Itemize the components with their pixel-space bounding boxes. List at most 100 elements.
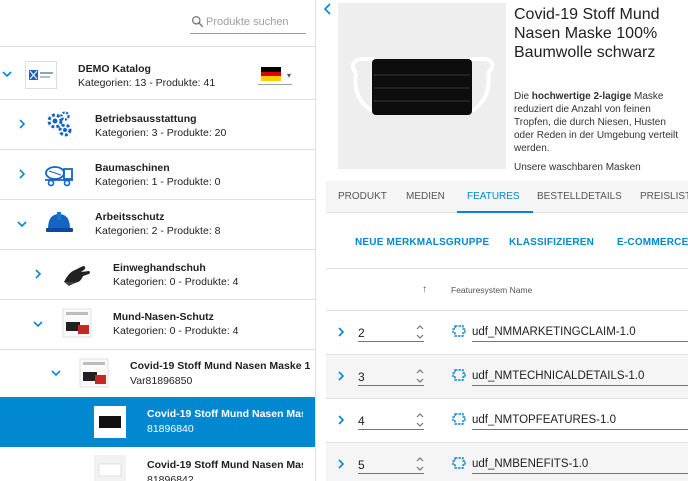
table-row[interactable]: 2 udf_NMMARKETINGCLAIM-1.0 <box>326 311 688 355</box>
table-row[interactable]: 5 udf_NMBENEFITS-1.0 <box>326 443 688 481</box>
chevron-right-icon[interactable] <box>16 118 28 130</box>
e-commerce-button[interactable]: E-COMMERCE <box>617 237 688 248</box>
chevron-left-icon[interactable] <box>321 2 335 16</box>
classify-button[interactable]: KLASSIFIZIEREN <box>509 237 594 248</box>
tree-item-einweghandschuh[interactable]: Einweghandschuh Kategorien: 0 - Produkte… <box>0 249 315 299</box>
table-row[interactable]: 3 udf_NMTECHNICALDETAILS-1.0 <box>326 355 688 399</box>
catalog-root-row[interactable]: DEMO Katalog Kategorien: 13 - Produkte: … <box>0 46 315 99</box>
feature-system-name-field[interactable]: udf_NMMARKETINGCLAIM-1.0 <box>472 322 688 342</box>
feature-system-name-field[interactable]: udf_NMTOPFEATURES-1.0 <box>472 410 688 430</box>
tab-preisliste[interactable]: PREISLISTE <box>640 191 688 202</box>
tree-item-betriebsausstattung[interactable]: Betriebsausstattung Kategorien: 3 - Prod… <box>0 99 315 149</box>
sort-ascending-icon[interactable]: ↑ <box>422 284 427 295</box>
chevron-down-icon[interactable] <box>32 318 44 330</box>
features-actions: NEUE MERKMALSGRUPPE KLASSIFIZIEREN E-COM… <box>326 213 688 269</box>
tab-features[interactable]: FEATURES <box>467 191 520 202</box>
feature-system-name: udf_NMBENEFITS-1.0 <box>472 458 589 470</box>
stepper-arrows-icon[interactable] <box>416 410 424 430</box>
search-input[interactable]: Produkte suchen <box>206 16 289 28</box>
chevron-right-icon[interactable] <box>336 414 346 426</box>
chevron-right-icon[interactable] <box>32 268 44 280</box>
catalog-logo-icon <box>29 70 53 80</box>
stepper-arrows-icon[interactable] <box>416 322 424 342</box>
product-description-more: Unsere waschbaren Masken <box>514 162 641 173</box>
cement-truck-icon <box>42 160 76 190</box>
tab-bestelldetails[interactable]: BESTELLDETAILS <box>537 191 622 202</box>
order-value: 3 <box>358 370 365 384</box>
tree-item-sku: 81896842 <box>147 474 194 481</box>
hard-hat-icon <box>42 208 76 238</box>
tab-produkt[interactable]: PRODUKT <box>338 191 387 202</box>
glove-image <box>60 260 94 290</box>
tree-item-title: Covid-19 Stoff Mund Nasen Maske 10 <box>130 360 310 372</box>
feature-system-name: udf_NMTOPFEATURES-1.0 <box>472 414 617 426</box>
gears-icon <box>42 109 76 139</box>
product-image <box>338 3 506 169</box>
tree-item-title: Covid-19 Stoff Mund Nasen Maske <box>147 408 303 420</box>
stepper-arrows-icon[interactable] <box>416 454 424 474</box>
product-description-bold: hochwertige 2-lagige <box>531 91 632 102</box>
order-value: 4 <box>358 414 365 428</box>
mask-box-image <box>60 308 94 338</box>
feature-system-name: udf_NMTECHNICALDETAILS-1.0 <box>472 370 645 382</box>
tree-item-product[interactable]: Covid-19 Stoff Mund Nasen Maske 81896842 <box>0 447 315 481</box>
language-select-underline <box>258 84 292 85</box>
tree-item-counts: Kategorien: 0 - Produkte: 4 <box>113 276 239 288</box>
tree-item-mund-nasen-schutz[interactable]: Mund-Nasen-Schutz Kategorien: 0 - Produk… <box>0 299 315 349</box>
tab-medien[interactable]: MEDIEN <box>406 191 445 202</box>
black-mask-image <box>350 57 495 115</box>
features-table-header: ↑ Featuresystem Name <box>326 269 688 311</box>
product-detail-panel: Covid-19 Stoff Mund Nasen Maske 100% Bau… <box>316 0 688 481</box>
tree-item-arbeitsschutz[interactable]: Arbeitsschutz Kategorien: 2 - Produkte: … <box>0 199 315 249</box>
new-feature-group-button[interactable]: NEUE MERKMALSGRUPPE <box>355 237 489 248</box>
chevron-down-icon[interactable] <box>1 68 13 80</box>
chevron-down-icon[interactable] <box>16 218 28 230</box>
tree-item-product-variant[interactable]: Covid-19 Stoff Mund Nasen Maske 10 Var81… <box>0 349 315 397</box>
product-search-field[interactable]: Produkte suchen <box>190 12 306 34</box>
tree-item-title: Betriebsausstattung <box>95 113 197 125</box>
language-dropdown-icon[interactable]: ▾ <box>287 71 291 80</box>
stepper-arrows-icon[interactable] <box>416 366 424 386</box>
order-stepper[interactable]: 3 <box>358 366 424 386</box>
tree-item-product-selected[interactable]: Covid-19 Stoff Mund Nasen Maske 81896840 <box>0 397 315 447</box>
feature-system-icon <box>452 457 466 469</box>
table-row[interactable]: 4 udf_NMTOPFEATURES-1.0 <box>326 399 688 443</box>
black-mask-image <box>94 406 126 438</box>
order-value: 2 <box>358 326 365 340</box>
tree-item-counts: Kategorien: 0 - Produkte: 4 <box>113 325 239 337</box>
order-stepper[interactable]: 5 <box>358 454 424 474</box>
feature-system-name-field[interactable]: udf_NMBENEFITS-1.0 <box>472 454 688 474</box>
tree-item-title: Einweghandschuh <box>113 262 206 274</box>
tree-item-counts: Kategorien: 2 - Produkte: 8 <box>95 225 221 237</box>
product-tabs: PRODUKT MEDIEN FEATURES BESTELLDETAILS P… <box>326 181 688 213</box>
tree-item-counts: Kategorien: 3 - Produkte: 20 <box>95 127 227 139</box>
chevron-right-icon[interactable] <box>336 458 346 470</box>
chevron-right-icon[interactable] <box>336 326 346 338</box>
order-stepper[interactable]: 4 <box>358 410 424 430</box>
product-description: Die hochwertige 2-lagige Maske reduziert… <box>514 90 686 155</box>
column-header-featuresystem-name[interactable]: Featuresystem Name <box>451 285 532 295</box>
white-mask-image <box>94 455 126 481</box>
catalog-counts: Kategorien: 13 - Produkte: 41 <box>78 77 216 89</box>
chevron-down-icon[interactable] <box>50 367 62 379</box>
tree-item-title: Mund-Nasen-Schutz <box>113 311 214 323</box>
tree-item-title: Arbeitsschutz <box>95 211 165 223</box>
germany-flag-icon[interactable] <box>261 67 281 81</box>
feature-system-icon <box>452 325 466 337</box>
catalog-tree-panel: Produkte suchen DEMO Katalog Kategorien:… <box>0 0 316 481</box>
order-stepper[interactable]: 2 <box>358 322 424 342</box>
tree-item-sku: Var81896850 <box>130 375 193 387</box>
feature-system-icon <box>452 413 466 425</box>
tree-item-sku: 81896840 <box>147 423 194 435</box>
product-title: Covid-19 Stoff Mund Nasen Maske 100% Bau… <box>514 6 660 61</box>
feature-system-name-field[interactable]: udf_NMTECHNICALDETAILS-1.0 <box>472 366 688 386</box>
chevron-right-icon[interactable] <box>336 370 346 382</box>
chevron-right-icon[interactable] <box>16 168 28 180</box>
order-value: 5 <box>358 458 365 472</box>
catalog-logo <box>25 61 57 89</box>
catalog-title: DEMO Katalog <box>78 63 151 75</box>
search-icon <box>191 15 204 28</box>
product-description-pre: Die <box>514 91 532 102</box>
tree-item-baumaschinen[interactable]: Baumaschinen Kategorien: 1 - Produkte: 0 <box>0 149 315 199</box>
tree-item-title: Baumaschinen <box>95 162 170 174</box>
